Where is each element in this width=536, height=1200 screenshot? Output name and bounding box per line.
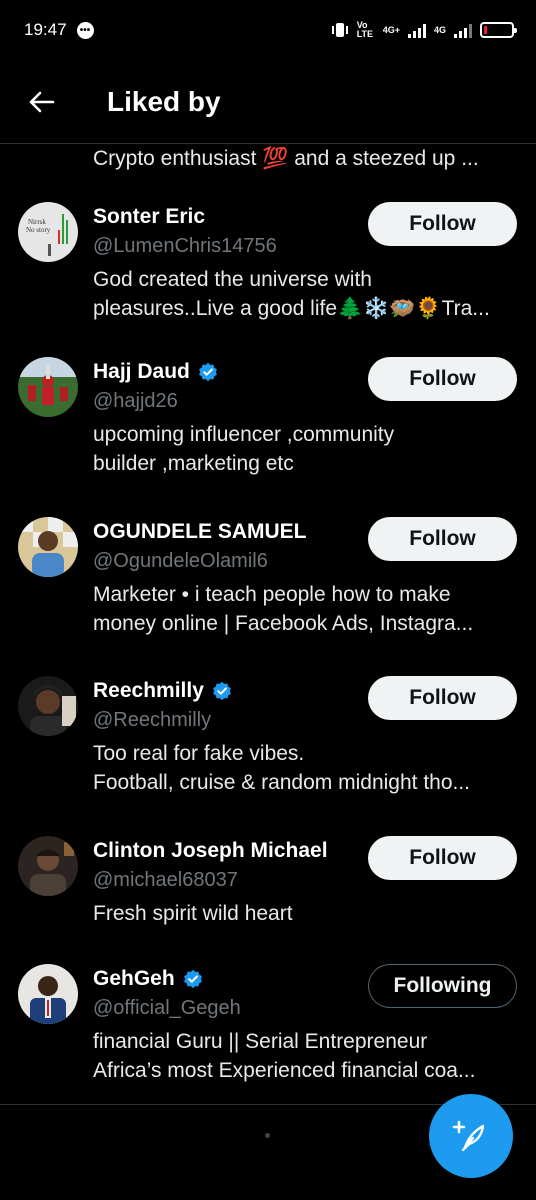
status-bar: 19:47 ••• Vo LTE 4G+ 4G xyxy=(0,0,536,60)
partial-user-bio: Crypto enthusiast 💯 and a steezed up ... xyxy=(93,147,479,170)
avatar[interactable] xyxy=(18,357,78,417)
avatar[interactable] xyxy=(18,676,78,736)
user-bio: financial Guru || Serial Entrepreneur Af… xyxy=(93,1027,503,1085)
bio-line: Too real for fake vibes. xyxy=(93,742,305,765)
user-row[interactable]: Nirrsk No story Sonter Eric @LumenChris14… xyxy=(0,194,536,351)
user-name[interactable]: Reechmilly xyxy=(93,679,204,703)
compose-post-icon xyxy=(452,1120,485,1152)
liked-by-list: Crypto enthusiast 💯 and a steezed up ...… xyxy=(0,144,536,1108)
bio-line: Africa’s most Experienced financial coa.… xyxy=(93,1059,476,1082)
user-row[interactable]: Hajj Daud @hajjd26 upcoming influencer ,… xyxy=(0,351,536,511)
page-title: Liked by xyxy=(107,85,221,117)
status-right: Vo LTE 4G+ 4G xyxy=(331,20,517,39)
user-bio: upcoming influencer ,community builder ,… xyxy=(93,420,503,478)
vibrate-icon xyxy=(331,23,348,37)
bio-line: financial Guru || Serial Entrepreneur xyxy=(93,1030,428,1053)
user-row[interactable]: Clinton Joseph Michael @michael68037 Fre… xyxy=(0,830,536,958)
top-app-bar: Liked by xyxy=(0,60,536,144)
bio-line: Fresh spirit wild heart xyxy=(93,902,293,925)
user-bio: Marketer • i teach people how to make mo… xyxy=(93,580,503,638)
follow-button[interactable]: Follow xyxy=(368,357,517,401)
user-name[interactable]: GehGeh xyxy=(93,967,175,991)
svg-text:No story: No story xyxy=(26,226,51,234)
arrow-left-icon xyxy=(29,91,55,112)
bio-line: pleasures..Live a good life🌲❄️🪺🌻Tra... xyxy=(93,297,490,320)
user-row[interactable]: OGUNDELE SAMUEL @OgundeleOlamil6 Markete… xyxy=(0,511,536,670)
bio-line: Football, cruise & random midnight tho..… xyxy=(93,771,471,794)
user-name[interactable]: Sonter Eric xyxy=(93,205,205,229)
bio-line: God created the universe with xyxy=(93,268,372,291)
following-button[interactable]: Following xyxy=(368,964,517,1008)
avatar[interactable] xyxy=(18,964,78,1024)
avatar[interactable] xyxy=(18,517,78,577)
bio-line: upcoming influencer ,community xyxy=(93,423,395,446)
user-row[interactable]: GehGeh @official_Gegeh financial Guru ||… xyxy=(0,958,536,1108)
battery-level xyxy=(484,26,488,34)
signal-strength-icon-1 xyxy=(407,22,426,38)
user-name[interactable]: OGUNDELE SAMUEL xyxy=(93,520,307,544)
user-name[interactable]: Clinton Joseph Michael xyxy=(93,839,328,863)
compose-post-button[interactable] xyxy=(429,1094,513,1178)
follow-button[interactable]: Follow xyxy=(368,836,517,880)
network-label-volte: Vo LTE xyxy=(356,20,374,39)
svg-text:Nirrsk: Nirrsk xyxy=(28,218,46,226)
follow-button[interactable]: Follow xyxy=(368,202,517,246)
user-name[interactable]: Hajj Daud xyxy=(93,360,190,384)
follow-button[interactable]: Follow xyxy=(368,676,517,720)
avatar[interactable]: Nirrsk No story xyxy=(18,202,78,262)
network-label-4g: 4G xyxy=(433,25,446,35)
bio-line: money online | Facebook Ads, Instagra... xyxy=(93,612,474,635)
status-time: 19:47 xyxy=(24,20,67,39)
user-bio: Too real for fake vibes. Football, cruis… xyxy=(93,739,503,797)
verified-badge-icon xyxy=(198,362,217,382)
message-notification-icon: ••• xyxy=(76,21,94,39)
signal-strength-icon-2 xyxy=(454,22,472,38)
back-button[interactable] xyxy=(0,60,84,144)
user-row[interactable]: Reechmilly @Reechmilly Too real for fake… xyxy=(0,670,536,830)
page-indicator-dot xyxy=(265,1133,270,1138)
verified-badge-icon xyxy=(183,969,202,989)
bio-line: builder ,marketing etc xyxy=(93,452,294,475)
user-bio: God created the universe with pleasures.… xyxy=(93,265,503,323)
battery-icon xyxy=(480,22,517,38)
verified-badge-icon xyxy=(212,681,231,701)
avatar[interactable] xyxy=(18,836,78,896)
bio-line: Marketer • i teach people how to make xyxy=(93,583,451,606)
status-left: 19:47 ••• xyxy=(24,20,94,40)
follow-button[interactable]: Follow xyxy=(368,517,517,561)
user-bio: Fresh spirit wild heart xyxy=(93,899,503,928)
network-label-4g-plus: 4G+ xyxy=(382,25,400,35)
